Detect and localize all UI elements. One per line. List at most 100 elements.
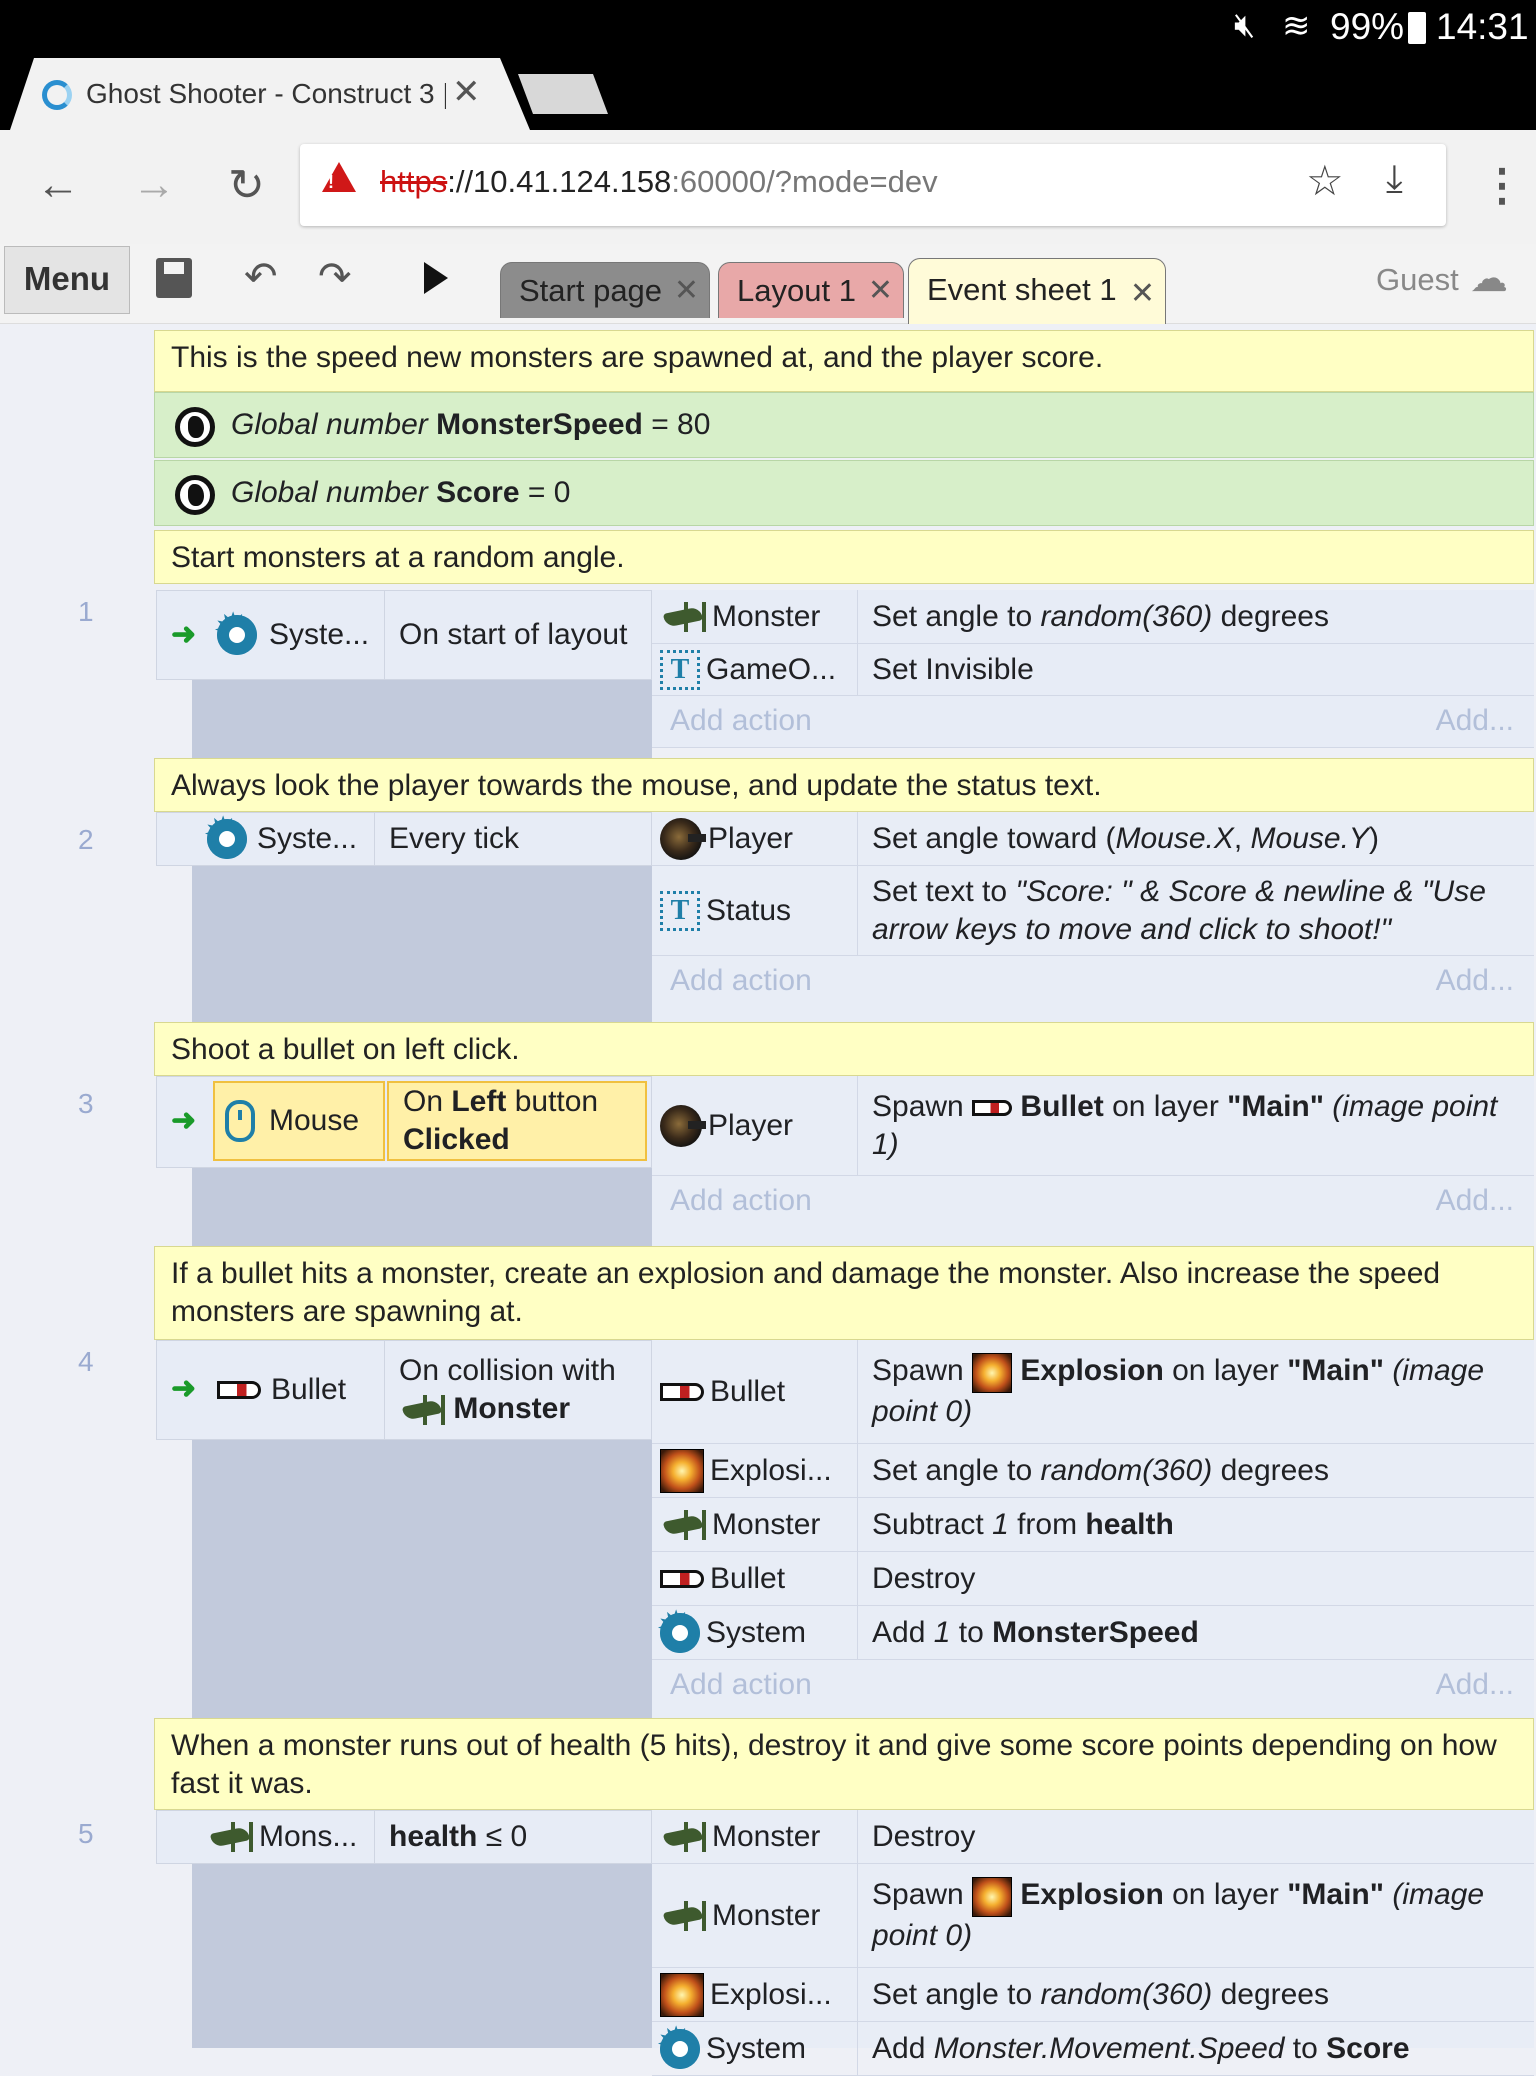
condition-text: Every tick (389, 822, 520, 855)
action-row[interactable]: Monster Subtract 1 from health (652, 1498, 1534, 1552)
event-number: 2 (78, 824, 94, 855)
player-icon (660, 817, 706, 860)
action-row[interactable]: Player Set angle toward (Mouse.X, Mouse.… (652, 812, 1534, 866)
text-object-icon: T (660, 649, 700, 690)
monster-icon (207, 1822, 253, 1852)
reload-icon[interactable]: ↻ (228, 160, 265, 211)
condition[interactable]: Syste... Every tick (156, 807, 652, 866)
battery-icon (1408, 12, 1426, 44)
status-bar: 🔇︎ ≋ 99% 14:31 (0, 0, 1536, 58)
explosion-icon (972, 1876, 1013, 1917)
wifi-icon: ≋ (1282, 7, 1311, 45)
mouse-icon (225, 1100, 255, 1142)
download-icon[interactable]: ⤓ (1386, 158, 1403, 201)
condition-object: Syste... (203, 807, 375, 865)
undo-icon[interactable]: ↶ (244, 254, 278, 300)
close-tab-icon[interactable]: ✕ (674, 263, 699, 319)
more-menu-icon[interactable]: ⋮ (1480, 160, 1524, 211)
condition-text: On Left button Clicked (387, 1081, 647, 1161)
globe-icon (175, 407, 215, 447)
monster-icon (660, 601, 706, 632)
actions: Monster Destroy Monster Spawn Explosion … (652, 1810, 1534, 2076)
monster-icon (660, 1509, 706, 1540)
action-row[interactable]: Bullet Destroy (652, 1552, 1534, 1606)
redo-icon[interactable]: ↷ (318, 254, 352, 300)
close-tab-icon[interactable]: ✕ (1130, 263, 1155, 325)
explosion-icon (660, 1972, 704, 2017)
close-tab-icon[interactable]: ✕ (868, 263, 893, 319)
action-row[interactable]: Monster Set angle to random(360) degrees (652, 590, 1534, 644)
address-bar[interactable]: ! https://10.41.124.158:60000/?mode=dev … (300, 144, 1446, 226)
condition-text: health ≤ 0 (389, 1820, 528, 1853)
menu-button[interactable]: Menu (4, 246, 130, 314)
comment[interactable]: This is the speed new monsters are spawn… (154, 330, 1534, 392)
comment[interactable]: If a bullet hits a monster, create an ex… (154, 1246, 1534, 1340)
tab-start-page[interactable]: Start page ✕ (500, 262, 710, 318)
action-row[interactable]: Bullet Spawn Explosion on layer "Main" (… (652, 1340, 1534, 1444)
comment[interactable]: Always look the player towards the mouse… (154, 758, 1534, 812)
action-row[interactable]: System Add 1 to MonsterSpeed (652, 1601, 1534, 1660)
monster-icon (660, 1821, 706, 1852)
globe-icon (175, 475, 215, 515)
condition[interactable]: ➜ Bullet On collision with Monster (156, 1340, 652, 1440)
global-variable-monsterspeed[interactable]: Global number MonsterSpeed = 80 (154, 392, 1534, 458)
system-gear-icon (203, 807, 247, 863)
action-row[interactable]: System Add Monster.Movement.Speed to Sco… (652, 2017, 1534, 2076)
condition[interactable]: Mons... health ≤ 0 (156, 1810, 652, 1864)
mute-icon: 🔇︎ (1234, 6, 1256, 44)
comment[interactable]: Start monsters at a random angle. (154, 530, 1534, 584)
action-row[interactable]: Player Spawn Bullet on layer "Main" (ima… (652, 1076, 1534, 1176)
browser-tab[interactable]: Ghost Shooter - Construct 3 | ✕ (10, 58, 530, 130)
system-gear-icon (213, 603, 257, 659)
action-row[interactable]: Explosi... Set angle to random(360) degr… (652, 1444, 1534, 1498)
close-tab-icon[interactable]: ✕ (452, 72, 481, 112)
action-row[interactable]: Explosi... Set angle to random(360) degr… (652, 1968, 1534, 2022)
forward-icon[interactable]: → (132, 160, 176, 210)
bullet-icon (660, 1569, 704, 1588)
condition[interactable]: ➜ Mouse On Left button Clicked (156, 1076, 652, 1168)
action-row[interactable]: T Status Set text to "Score: " & Score & … (652, 866, 1534, 956)
action-row[interactable]: Monster Destroy (652, 1810, 1534, 1864)
trigger-arrow-icon: ➜ (171, 1372, 197, 1405)
cloud-offline-icon[interactable]: ☁ (1470, 256, 1508, 301)
condition-object: Bullet (217, 1341, 385, 1439)
trigger-arrow-icon: ➜ (171, 618, 197, 651)
condition-object: Syste... (213, 591, 385, 679)
monster-icon (660, 1900, 706, 1931)
tab-layout-1[interactable]: Layout 1 ✕ (718, 262, 904, 318)
bullet-icon (217, 1381, 261, 1399)
event-number: 3 (78, 1088, 94, 1119)
condition-object: Mouse (213, 1081, 385, 1161)
star-icon[interactable]: ☆ (1306, 156, 1344, 205)
event-sheet: This is the speed new monsters are spawn… (0, 324, 1536, 2076)
actions: Player Spawn Bullet on layer "Main" (ima… (652, 1076, 1534, 1272)
comment[interactable]: Shoot a bullet on left click. (154, 1022, 1534, 1076)
add-action-button[interactable]: Add action Add... (652, 1660, 1534, 1712)
comment[interactable]: When a monster runs out of health (5 hit… (154, 1718, 1534, 1810)
back-icon[interactable]: ← (36, 160, 80, 210)
action-row[interactable]: Monster Spawn Explosion on layer "Main" … (652, 1864, 1534, 1968)
add-action-button[interactable]: Add action Add... (652, 956, 1534, 1008)
explosion-icon (660, 1448, 704, 1493)
system-gear-icon (656, 1601, 700, 1657)
bullet-icon (972, 1099, 1013, 1116)
player-icon (660, 1104, 706, 1147)
battery-percent: 99% (1330, 6, 1405, 47)
actions: Player Set angle toward (Mouse.X, Mouse.… (652, 812, 1534, 1044)
add-action-button[interactable]: Add action Add... (652, 1176, 1534, 1228)
text-object-icon: T (660, 890, 700, 931)
condition[interactable]: ➜ Syste... On start of layout (156, 590, 652, 680)
monster-icon (399, 1395, 445, 1426)
trigger-arrow-icon: ➜ (171, 1104, 197, 1137)
add-action-button[interactable]: Add action Add... (652, 696, 1534, 748)
tab-event-sheet-1[interactable]: Event sheet 1 ✕ (908, 258, 1166, 324)
global-variable-score[interactable]: Global number Score = 0 (154, 460, 1534, 526)
actions: Bullet Spawn Explosion on layer "Main" (… (652, 1340, 1534, 1732)
new-tab-button[interactable] (518, 74, 608, 114)
action-row[interactable]: T GameO... Set Invisible (652, 644, 1534, 696)
bullet-icon (660, 1382, 704, 1401)
url-text: https://10.41.124.158:60000/?mode=dev (380, 164, 938, 199)
construct-logo-icon (42, 80, 72, 110)
play-icon[interactable] (424, 262, 448, 294)
user-label[interactable]: Guest (1376, 262, 1459, 298)
